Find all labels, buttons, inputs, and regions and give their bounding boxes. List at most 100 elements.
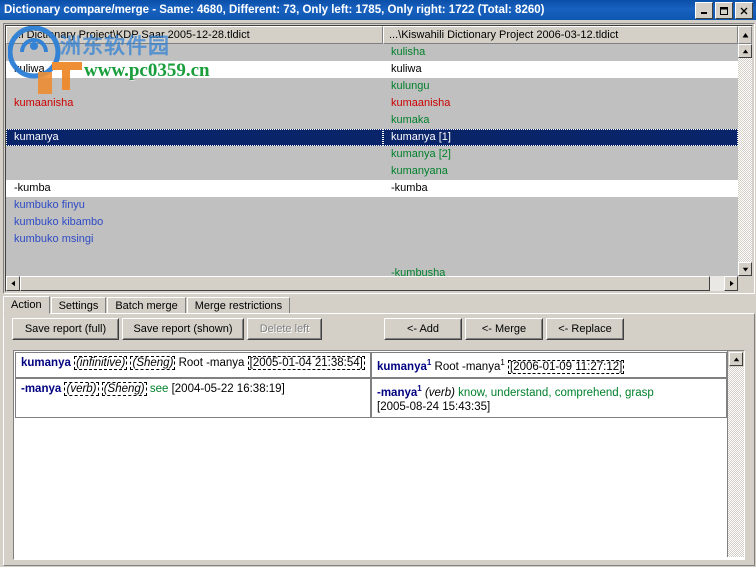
tab-merge-restrictions[interactable]: Merge restrictions [186,297,291,314]
table-row[interactable]: -kumba -kumba [6,180,738,197]
table-row[interactable]: kulungu [6,78,738,95]
row-cell-right[interactable]: kulungu [383,78,738,95]
detail-pos: (infinitive) [74,356,128,370]
button-label: <- Merge [466,319,542,339]
row-cell-right[interactable]: kumaanisha [383,95,738,112]
detail-row: -manya (verb) (Sheng) see [2004-05-22 16… [15,377,727,418]
column-header-right[interactable]: ...\Kiswahili Dictionary Project 2006-03… [383,26,738,44]
detail-cell-right[interactable]: kumanya1 Root -manya1 [2006-01-09 11:27:… [371,352,727,378]
detail-cell-left[interactable]: kumanya (infinitive) (Sheng) Root -manya… [15,352,371,378]
row-cell-left[interactable] [6,78,383,95]
scroll-left-icon[interactable] [6,276,20,291]
row-cell-left[interactable] [6,146,383,163]
row-cell-right[interactable]: kumanyana [383,163,738,180]
table-row[interactable]: kumanyana [6,163,738,180]
detail-headword: -manya [21,382,62,395]
detail-cell-right[interactable]: -manya1 (verb) know, understand, compreh… [371,377,727,418]
detail-row: kumanya (infinitive) (Sheng) Root -manya… [15,352,727,378]
detail-timestamp: [2005-08-24 15:43:35] [377,400,491,413]
row-cell-right[interactable]: kumanya [1] [383,129,738,146]
compare-rows[interactable]: kulisha kuliwa kuliwa kulungu kumaanisha kuma… [6,44,738,276]
maximize-icon[interactable] [715,2,733,19]
table-row[interactable]: kumanya kumanya [1] [6,129,738,146]
table-row[interactable]: kuliwa kuliwa [6,61,738,78]
row-cell-left[interactable]: kumbuko msingi [6,231,383,248]
action-panel: Save report (full) Save report (shown) Del… [3,313,755,566]
scroll-down-icon[interactable] [738,262,752,276]
table-row[interactable]: kulisha [6,44,738,61]
table-row[interactable]: kumanya [2] [6,146,738,163]
list-vscroll-track[interactable] [738,58,752,262]
tab-action[interactable]: Action [3,296,50,314]
tab-label: Merge restrictions [194,299,283,312]
row-cell-right[interactable]: -kumbusha [383,265,738,276]
scroll-up-icon[interactable] [738,44,752,58]
table-row[interactable]: kumbuko msingi [6,231,738,248]
row-cell-left[interactable]: kumbuko kibambo [6,214,383,231]
tab-label: Batch merge [115,299,178,312]
table-row[interactable]: kumbuko finyu [6,197,738,214]
scroll-right-icon[interactable] [724,276,738,291]
save-report-full-button[interactable]: Save report (full) [12,318,119,340]
detail-scroll-up-icon[interactable] [729,352,743,366]
tab-label: Action [11,299,42,311]
application-window: Dictionary compare/merge - Same: 4680, D… [0,0,756,567]
row-cell-right[interactable]: kulisha [383,44,738,61]
replace-button[interactable]: <- Replace [546,318,624,340]
row-cell-left[interactable] [6,163,383,180]
button-label: Save report (shown) [123,319,243,339]
row-cell-right[interactable]: kuliwa [383,61,738,78]
table-row[interactable]: kumaka [6,112,738,129]
delete-left-button: Delete left [247,318,322,340]
button-label: Delete left [248,319,321,339]
row-cell-left[interactable]: kuliwa [6,61,383,78]
list-hscroll-thumb[interactable] [20,276,710,291]
detail-timestamp: [2004-05-22 16:38:19] [171,382,285,395]
row-cell-left[interactable] [6,248,383,265]
client-area: ...l Dictionary Project\KDP Saar 2005-12… [0,20,756,567]
compare-list-panel: ...l Dictionary Project\KDP Saar 2005-12… [3,23,755,294]
row-cell-right[interactable]: -kumba [383,180,738,197]
add-button[interactable]: <- Add [384,318,462,340]
row-cell-left[interactable]: -kumba [6,180,383,197]
merge-button[interactable]: <- Merge [465,318,543,340]
table-row[interactable]: kumbuko kibambo [6,214,738,231]
table-row[interactable] [6,248,738,265]
row-cell-left[interactable]: kumbuko finyu [6,197,383,214]
row-cell-right[interactable] [383,248,738,265]
row-cell-right[interactable] [383,197,738,214]
detail-body: Root -manya1 [434,358,505,373]
list-horizontal-scrollbar[interactable] [6,276,752,291]
row-cell-right[interactable] [383,231,738,248]
close-icon[interactable] [735,2,753,19]
table-row[interactable]: kumaanisha kumaanisha [6,95,738,112]
detail-timestamp: [2005-01-04 21:38:54] [247,356,365,370]
detail-panel: kumanya (infinitive) (Sheng) Root -manya… [13,350,745,560]
list-vertical-scrollbar[interactable] [738,44,752,276]
title-bar: Dictionary compare/merge - Same: 4680, D… [0,0,756,20]
table-row[interactable]: -kumbusha [6,265,738,276]
tab-batch-merge[interactable]: Batch merge [107,297,186,314]
detail-cell-left[interactable]: -manya (verb) (Sheng) see [2004-05-22 16… [15,377,371,418]
row-cell-right[interactable]: kumaka [383,112,738,129]
row-cell-right[interactable]: kumanya [2] [383,146,738,163]
scrollbar-corner [738,276,752,291]
detail-headword: kumanya1 [377,358,432,373]
row-cell-left[interactable]: kumaanisha [6,95,383,112]
save-report-shown-button[interactable]: Save report (shown) [122,318,244,340]
row-cell-right[interactable] [383,214,738,231]
row-cell-left[interactable] [6,44,383,61]
tab-settings[interactable]: Settings [50,297,107,314]
minimize-icon[interactable] [695,2,713,19]
row-cell-left[interactable] [6,112,383,129]
window-title: Dictionary compare/merge - Same: 4680, D… [4,4,545,16]
column-header-left[interactable]: ...l Dictionary Project\KDP Saar 2005-12… [6,26,383,44]
action-button-row: Save report (full) Save report (shown) Del… [4,318,752,342]
detail-headword: kumanya [21,357,71,369]
button-label: <- Add [385,319,461,339]
row-cell-left[interactable] [6,265,383,276]
detail-vertical-scrollbar[interactable] [727,351,744,557]
row-cell-left[interactable]: kumanya [6,129,383,146]
detail-register: (Sheng) [101,381,147,396]
detail-vscroll-track[interactable] [728,367,744,557]
